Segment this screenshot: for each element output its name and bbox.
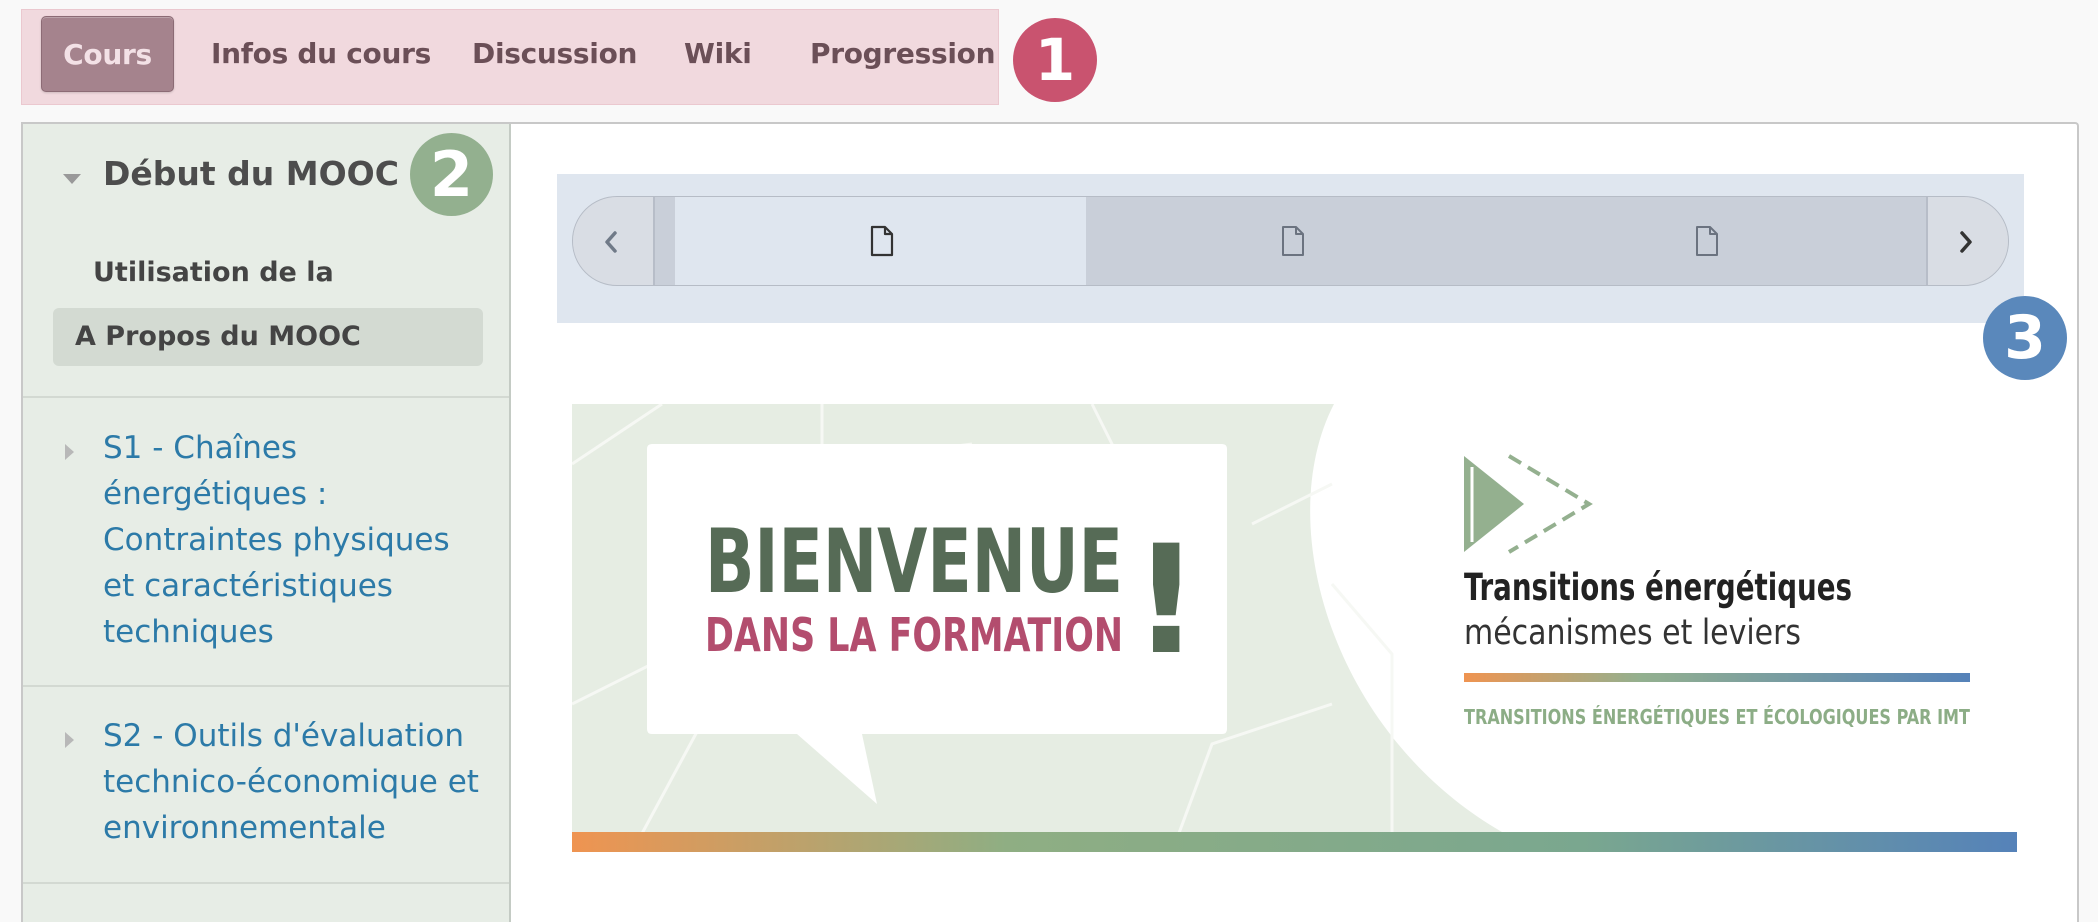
course-title: Transitions énergétiques xyxy=(1464,566,1852,609)
sequence-utilisation-plateforme[interactable]: Utilisation de la plateforme xyxy=(71,248,503,338)
section-title-line: Contraintes physiques xyxy=(103,522,450,558)
caret-down-icon[interactable] xyxy=(63,174,81,184)
course-tabs-bar: Cours Infos du cours Discussion Wiki Pro… xyxy=(21,9,999,105)
section-title-line: techniques xyxy=(103,614,274,650)
course-panel: Début du MOOC Utilisation de la platefor… xyxy=(21,122,2079,922)
unit-tab-2[interactable] xyxy=(1086,197,1498,285)
welcome-exclamation: ! xyxy=(1132,514,1200,688)
section-title-line: environnementale xyxy=(103,810,386,846)
welcome-heading: BIENVENUE xyxy=(705,510,1123,613)
annotation-badge-1: 1 xyxy=(1013,18,1097,102)
section-title-line: technico-économique et xyxy=(103,764,479,800)
course-title-underline xyxy=(1464,673,1970,682)
tab-progression[interactable]: Progression xyxy=(810,16,996,92)
annotation-badge-2: 2 xyxy=(410,133,493,216)
tab-infos-du-cours[interactable]: Infos du cours xyxy=(211,16,431,92)
sequence-navigation-bar xyxy=(572,196,2009,286)
previous-button[interactable] xyxy=(573,197,655,285)
section-title-line: S1 - Chaînes xyxy=(103,430,298,466)
section-title-line: et caractéristiques xyxy=(103,568,393,604)
section-s1-chaines-energetiques[interactable]: S1 - Chaînes énergétiques : Contraintes … xyxy=(103,425,483,655)
section-title-line: S2 - Outils d'évaluation xyxy=(103,718,464,754)
welcome-subheading: DANS LA FORMATION xyxy=(705,608,1123,662)
caret-right-icon[interactable] xyxy=(65,732,74,748)
unit-tab-3[interactable] xyxy=(1498,197,1930,285)
tab-wiki[interactable]: Wiki xyxy=(684,16,752,92)
banner-bottom-stripe xyxy=(572,832,2017,852)
divider xyxy=(23,396,509,398)
divider xyxy=(23,685,509,687)
divider xyxy=(23,882,509,884)
sequence-navigation-area xyxy=(557,174,2024,323)
course-tagline: TRANSITIONS ÉNERGÉTIQUES ET ÉCOLOGIQUES … xyxy=(1464,705,1971,729)
annotation-badge-3: 3 xyxy=(1983,296,2067,380)
course-subtitle: mécanismes et leviers xyxy=(1464,613,1801,653)
caret-right-icon[interactable] xyxy=(65,444,74,460)
tab-cours[interactable]: Cours xyxy=(41,16,174,92)
course-navigation-sidebar: Début du MOOC Utilisation de la platefor… xyxy=(23,124,511,922)
welcome-banner: BIENVENUE DANS LA FORMATION ! Transition… xyxy=(572,404,2017,852)
section-s2-outils-evaluation[interactable]: S2 - Outils d'évaluation technico-économ… xyxy=(103,713,503,851)
sequence-a-propos-du-mooc[interactable]: A Propos du MOOC xyxy=(53,308,483,366)
unit-tab-1[interactable] xyxy=(675,197,1086,285)
chapter-title[interactable]: Début du MOOC xyxy=(103,154,399,193)
section-title-line: énergétiques : xyxy=(103,476,328,512)
next-button[interactable] xyxy=(1926,197,2008,285)
tab-discussion[interactable]: Discussion xyxy=(472,16,637,92)
